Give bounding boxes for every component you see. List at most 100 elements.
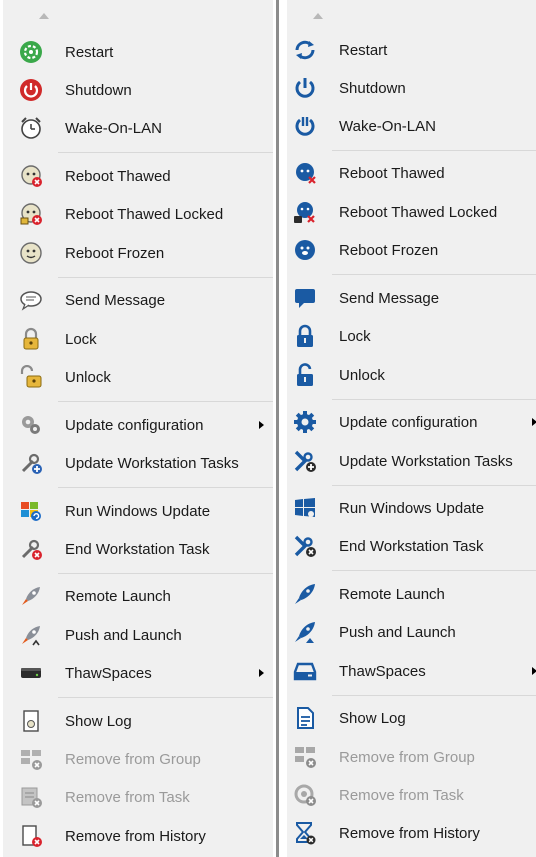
menu-item-unlock[interactable]: Unlock: [287, 357, 536, 393]
reboot-thawed-locked-icon: [292, 199, 318, 225]
menu-item-remote-launch[interactable]: Remote Launch: [287, 576, 536, 612]
menu-item-label: Run Windows Update: [339, 499, 485, 517]
menu-item-label: Remote Launch: [339, 585, 445, 603]
menu-item-label: Reboot Thawed: [65, 167, 171, 185]
menu-item-restart[interactable]: Restart: [287, 32, 536, 68]
menu-item-label: Reboot Frozen: [65, 244, 165, 262]
menu-item-label: Show Log: [65, 712, 132, 730]
menu-item-update-workstation-tasks[interactable]: Update Workstation Tasks: [287, 443, 536, 479]
gear-icon: [292, 409, 318, 435]
menu-item-push-and-launch[interactable]: Push and Launch: [3, 617, 273, 653]
log-icon: [18, 708, 44, 734]
menu-item-unlock[interactable]: Unlock: [3, 359, 273, 395]
tools-remove-icon: [18, 536, 44, 562]
submenu-arrow-icon: [259, 669, 264, 677]
menu-item-label: End Workstation Task: [339, 537, 484, 555]
menu-item-remote-launch[interactable]: Remote Launch: [3, 578, 273, 614]
menu-item-label: Update configuration: [339, 413, 478, 431]
menu-item-label: Update Workstation Tasks: [65, 454, 239, 472]
menu-item-update-configuration[interactable]: Update configuration: [3, 407, 273, 443]
tools-add-icon: [18, 450, 44, 476]
power-icon: [18, 77, 44, 103]
menu-item-remove-from-history[interactable]: Remove from History: [3, 818, 273, 854]
menu-separator: [58, 487, 273, 488]
scroll-up-arrow[interactable]: [313, 13, 323, 19]
reboot-thawed-icon: [18, 163, 44, 189]
menu-item-reboot-thawed-locked[interactable]: Reboot Thawed Locked: [3, 196, 273, 232]
menu-item-label: Reboot Thawed Locked: [339, 203, 498, 221]
remove-group-icon: [18, 746, 44, 772]
scroll-up-arrow[interactable]: [39, 13, 49, 19]
menu-item-send-message[interactable]: Send Message: [287, 280, 536, 316]
log-icon: [292, 705, 318, 731]
menu-item-remove-from-task[interactable]: Remove from Task: [287, 777, 536, 813]
menu-item-reboot-thawed[interactable]: Reboot Thawed: [287, 155, 536, 191]
menu-item-reboot-frozen[interactable]: Reboot Frozen: [3, 235, 273, 271]
menu-item-push-and-launch[interactable]: Push and Launch: [287, 614, 536, 650]
menu-item-shutdown[interactable]: Shutdown: [3, 72, 273, 108]
menu-item-show-log[interactable]: Show Log: [287, 700, 536, 736]
menu-item-restart[interactable]: Restart: [3, 34, 273, 70]
restart-icon: [18, 39, 44, 65]
tools-remove-icon: [292, 533, 318, 559]
unlock-icon: [292, 362, 318, 388]
menu-item-send-message[interactable]: Send Message: [3, 282, 273, 318]
menu-item-remove-from-task[interactable]: Remove from Task: [3, 779, 273, 815]
menu-item-run-windows-update[interactable]: Run Windows Update: [3, 493, 273, 529]
remove-group-icon: [292, 744, 318, 770]
menu-item-label: Unlock: [65, 368, 111, 386]
menu-item-label: Remove from Group: [339, 748, 475, 766]
menu-item-show-log[interactable]: Show Log: [3, 703, 273, 739]
menu-item-remove-from-group[interactable]: Remove from Group: [3, 741, 273, 777]
menu-item-label: Shutdown: [339, 79, 406, 97]
menu-item-remove-from-history[interactable]: Remove from History: [287, 815, 536, 851]
menu-item-thawspaces[interactable]: ThawSpaces: [287, 653, 536, 689]
rocket-icon: [292, 581, 318, 607]
menu-item-label: Show Log: [339, 709, 406, 727]
menu-item-reboot-frozen[interactable]: Reboot Frozen: [287, 232, 536, 268]
menu-separator: [58, 152, 273, 153]
menu-item-label: Send Message: [65, 291, 166, 309]
menu-item-label: Push and Launch: [339, 623, 456, 641]
rocket-push-icon: [18, 622, 44, 648]
submenu-arrow-icon: [259, 421, 264, 429]
menu-item-reboot-thawed-locked[interactable]: Reboot Thawed Locked: [287, 194, 536, 230]
menu-item-lock[interactable]: Lock: [287, 318, 536, 354]
menu-item-shutdown[interactable]: Shutdown: [287, 70, 536, 106]
menu-item-thawspaces[interactable]: ThawSpaces: [3, 655, 273, 691]
wake-power-icon: [292, 113, 318, 139]
menu-item-label: Run Windows Update: [65, 502, 211, 520]
menu-separator: [332, 274, 536, 275]
unlock-icon: [18, 364, 44, 390]
drive-icon: [18, 660, 44, 686]
menu-item-update-workstation-tasks[interactable]: Update Workstation Tasks: [3, 445, 273, 481]
menu-item-lock[interactable]: Lock: [3, 321, 273, 357]
menu-item-end-workstation-task[interactable]: End Workstation Task: [287, 528, 536, 564]
menu-item-run-windows-update[interactable]: Run Windows Update: [287, 490, 536, 526]
menu-item-label: ThawSpaces: [65, 664, 152, 682]
reboot-frozen-icon: [292, 237, 318, 263]
menu-item-label: Remove from Task: [65, 788, 190, 806]
menu-item-label: Lock: [65, 330, 97, 348]
lock-icon: [18, 326, 44, 352]
menu-item-label: Remove from Task: [339, 786, 464, 804]
panel-divider: [273, 0, 287, 857]
menu-separator: [58, 573, 273, 574]
submenu-arrow-icon: [532, 667, 536, 675]
menu-item-label: Shutdown: [65, 81, 132, 99]
restart-icon: [292, 37, 318, 63]
menu-item-label: Wake-On-LAN: [65, 119, 162, 137]
menu-item-wake-on-lan[interactable]: Wake-On-LAN: [3, 110, 273, 146]
menu-item-label: Reboot Thawed Locked: [65, 205, 224, 223]
menu-item-label: Send Message: [339, 289, 440, 307]
menu-separator: [332, 570, 536, 571]
menu-item-update-configuration[interactable]: Update configuration: [287, 404, 536, 440]
menu-separator: [58, 697, 273, 698]
menu-item-end-workstation-task[interactable]: End Workstation Task: [3, 531, 273, 567]
reboot-thawed-icon: [292, 160, 318, 186]
remove-task-icon: [292, 782, 318, 808]
menu-item-reboot-thawed[interactable]: Reboot Thawed: [3, 158, 273, 194]
menu-item-wake-on-lan[interactable]: Wake-On-LAN: [287, 108, 536, 144]
menu-item-label: Update configuration: [65, 416, 204, 434]
menu-item-remove-from-group[interactable]: Remove from Group: [287, 739, 536, 775]
